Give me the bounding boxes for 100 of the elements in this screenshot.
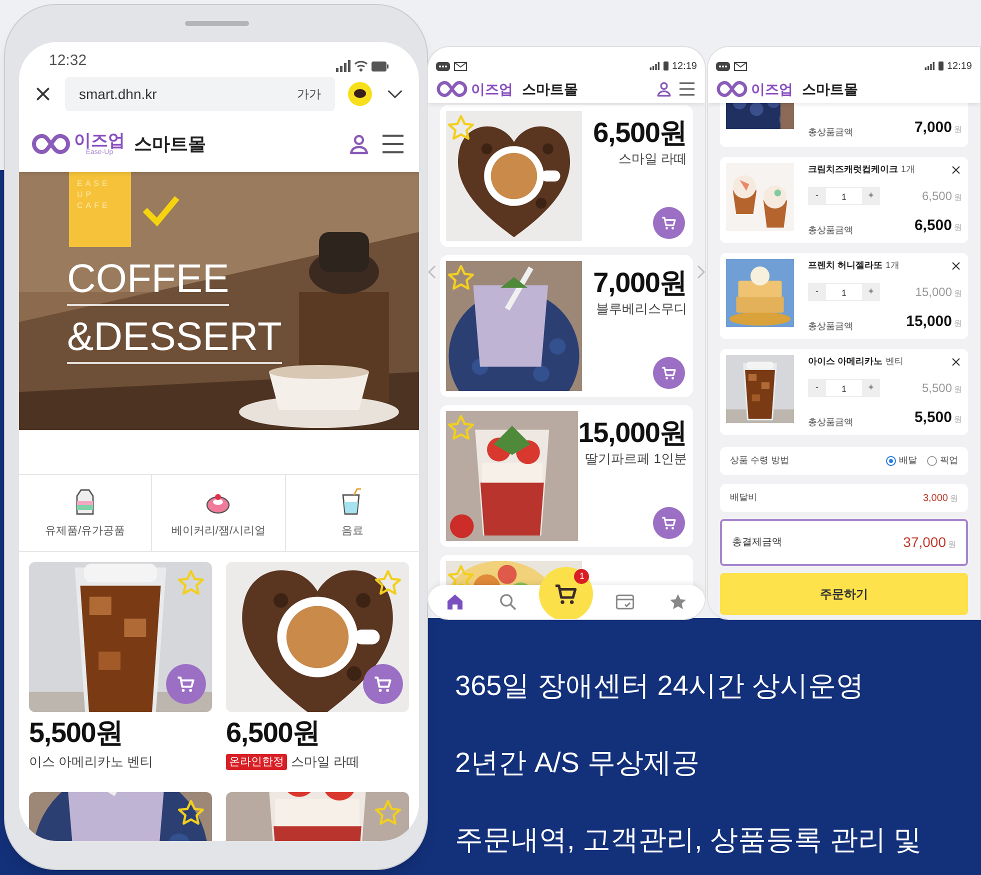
total-label: 총상품금액 xyxy=(808,416,853,428)
product-card[interactable]: 15,000원 딸기파르페 1인분 xyxy=(440,405,693,547)
message-icon xyxy=(716,62,730,70)
logo-icon xyxy=(31,133,71,155)
banner-title: COFFEE xyxy=(67,254,230,306)
delivery-fee: 3,000 xyxy=(922,492,948,506)
total-label: 총상품금액 xyxy=(808,224,853,236)
logo-icon xyxy=(436,80,468,98)
message-icon xyxy=(436,62,450,70)
product-price: 6,500원 xyxy=(593,117,687,149)
product-card[interactable]: 6,500원 스마일 라떼 xyxy=(440,105,693,247)
item-total: 15,000 xyxy=(906,312,952,332)
chat-icon[interactable] xyxy=(347,81,373,107)
category-button[interactable]: 음료 xyxy=(286,475,419,551)
product-card[interactable]: 7,000원 블루베리스무디 xyxy=(440,255,693,397)
brand-name: 이즈업 xyxy=(751,82,793,96)
decrease-button[interactable]: - xyxy=(808,282,826,300)
product-price: 6,500원 xyxy=(226,716,321,750)
radio-option[interactable]: 픽업 xyxy=(927,454,958,468)
feature-text: 주문내역, 고객관리, 상품등록 관리 및 xyxy=(455,823,922,857)
currency-unit: 원 xyxy=(954,318,962,330)
category-button[interactable]: 유제품/유가공품 xyxy=(19,475,152,551)
product-price: 15,000원 xyxy=(578,417,687,449)
grand-total: 37,000 xyxy=(903,533,946,552)
brand-name: 이즈업 xyxy=(74,132,125,149)
feature-text: 365일 장애센터 24시간 상시운영 xyxy=(455,669,866,703)
item-total: 5,500 xyxy=(914,408,952,428)
increase-button[interactable]: + xyxy=(862,282,880,300)
mall-name: 스마트몰 xyxy=(134,132,206,156)
battery-icon xyxy=(938,61,944,71)
currency-unit: 원 xyxy=(954,288,962,300)
star-icon[interactable] xyxy=(373,568,403,598)
star-icon[interactable] xyxy=(446,113,476,143)
item-name: 크림치즈캐럿컵케이크 xyxy=(808,163,898,176)
star-icon xyxy=(668,592,688,612)
currency-unit: 원 xyxy=(954,414,962,426)
product-name: 스마일 라떼 xyxy=(291,753,360,771)
increase-button[interactable]: + xyxy=(862,186,880,204)
total-label: 총상품금액 xyxy=(808,126,853,138)
mall-name: 스마트몰 xyxy=(522,80,578,98)
signal-icon xyxy=(335,60,351,72)
decrease-button[interactable]: - xyxy=(808,378,826,396)
text-size-button[interactable]: 가가 xyxy=(297,85,321,103)
currency-unit: 원 xyxy=(954,192,962,204)
battery-icon xyxy=(662,61,669,71)
delivery-fee-label: 배달비 xyxy=(730,491,757,504)
order-button[interactable]: 주문하기 xyxy=(720,573,968,615)
unit-price: 5,500 xyxy=(922,380,952,396)
signal-icon xyxy=(648,62,660,70)
currency-unit: 원 xyxy=(954,222,962,234)
unit-price: 15,000 xyxy=(915,284,952,300)
close-icon[interactable] xyxy=(950,164,962,176)
mail-icon xyxy=(734,62,747,70)
cart-icon xyxy=(660,364,678,382)
item-total: 6,500 xyxy=(914,216,952,236)
product-name: 이스 아메리카노 벤티 xyxy=(29,753,154,771)
category-button[interactable]: 베이커리/잼/시리얼 xyxy=(152,475,286,551)
close-icon[interactable] xyxy=(950,260,962,272)
feature-text: 2년간 A/S 무상제공 xyxy=(455,746,700,780)
currency-unit: 원 xyxy=(950,492,958,504)
product-price: 5,500원 xyxy=(29,716,124,750)
address-bar[interactable]: smart.dhn.kr 가가 xyxy=(65,77,335,111)
grand-total-label: 총결제금액 xyxy=(732,536,782,550)
star-icon[interactable] xyxy=(446,413,476,443)
star-icon[interactable] xyxy=(176,798,206,828)
total-label: 총상품금액 xyxy=(808,320,853,332)
currency-unit: 원 xyxy=(948,539,956,551)
wifi-icon xyxy=(354,60,368,72)
status-time: 12:32 xyxy=(49,50,87,70)
item-count: 1개 xyxy=(901,163,916,176)
cafe-tag: EASE UP CAFE xyxy=(69,172,131,247)
person-icon[interactable] xyxy=(655,80,673,98)
cart-icon xyxy=(660,214,678,232)
receive-method-label: 상품 수령 방법 xyxy=(730,454,790,468)
product-name: 스마일 라떼 xyxy=(618,150,687,168)
decrease-button[interactable]: - xyxy=(808,186,826,204)
item-count: 벤티 xyxy=(886,355,904,368)
product-name: 딸기파르페 1인분 xyxy=(585,450,687,468)
banner-title: &DESSERT xyxy=(67,312,282,364)
unit-price: 6,500 xyxy=(922,188,952,204)
logo-icon xyxy=(716,80,748,98)
increase-button[interactable]: + xyxy=(862,378,880,396)
speaker-slot xyxy=(185,21,249,26)
star-icon[interactable] xyxy=(446,263,476,293)
checkmark-icon xyxy=(141,194,181,228)
online-only-badge: 온라인한정 xyxy=(226,754,287,770)
brand-name: 이즈업 xyxy=(471,82,513,96)
battery-icon xyxy=(371,60,389,72)
radio-option[interactable]: 배달 xyxy=(886,454,917,468)
item-name: 프렌치 허니젤라또 xyxy=(808,259,883,272)
close-icon[interactable] xyxy=(950,356,962,368)
star-icon[interactable] xyxy=(176,568,206,598)
person-icon[interactable] xyxy=(347,132,371,156)
currency-unit: 원 xyxy=(954,384,962,396)
item-total: 7,000 xyxy=(914,118,952,138)
card-icon xyxy=(614,592,635,612)
mail-icon xyxy=(454,62,467,70)
star-icon[interactable] xyxy=(373,798,403,828)
search-icon xyxy=(498,592,518,612)
home-icon xyxy=(444,592,465,612)
